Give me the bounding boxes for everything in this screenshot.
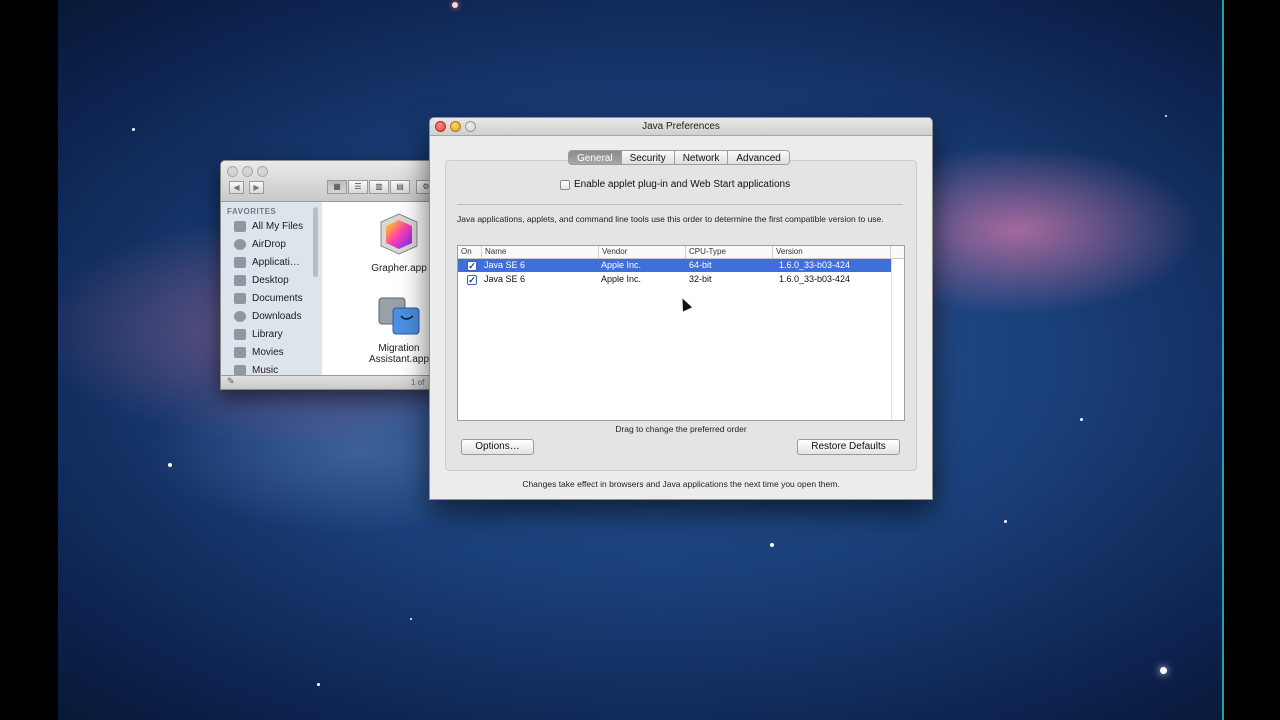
grapher-app-icon — [380, 213, 418, 255]
downloads-icon — [234, 311, 246, 322]
tab-general[interactable]: General — [568, 150, 622, 165]
sidebar-item-music[interactable]: Music — [221, 362, 321, 376]
tab-advanced[interactable]: Advanced — [728, 150, 790, 165]
sidebar-item-library[interactable]: Library — [221, 326, 321, 343]
row-vendor: Apple Inc. — [601, 274, 642, 284]
sidebar-item-desktop[interactable]: Desktop — [221, 272, 321, 289]
star — [1165, 115, 1167, 117]
tab-bar: General Security Network Advanced — [568, 150, 790, 165]
back-button[interactable]: ◀ — [229, 181, 244, 194]
sidebar-scrollbar[interactable] — [313, 207, 318, 277]
star — [410, 618, 412, 620]
star — [452, 2, 458, 8]
order-description: Java applications, applets, and command … — [457, 214, 884, 224]
sidebar-item-label: Documents — [252, 293, 303, 304]
row-cpu-type: 64-bit — [689, 260, 712, 270]
star — [317, 683, 320, 686]
screen-edge-line — [1222, 0, 1224, 720]
java-versions-table: On Name Vendor CPU-Type Version ✓ Java S… — [457, 245, 905, 421]
star — [770, 543, 774, 547]
airdrop-icon — [234, 239, 246, 250]
finder-status-text: 1 of — [411, 378, 425, 387]
movies-icon — [234, 347, 246, 358]
column-view-button[interactable]: ▥ — [369, 180, 389, 194]
tab-network[interactable]: Network — [674, 150, 729, 165]
tab-security[interactable]: Security — [621, 150, 675, 165]
folder-icon — [234, 329, 246, 340]
favorites-heading: FAVORITES — [227, 207, 277, 216]
icon-view-button[interactable]: ▦ — [327, 180, 347, 194]
finder-toolbar: ◀ ▶ ▦ ☰ ▥ ▤ ⚙ — [221, 161, 433, 202]
file-label-line2: Assistant.app — [368, 354, 430, 365]
star — [1160, 667, 1167, 674]
applications-icon — [234, 257, 246, 268]
coverflow-view-button[interactable]: ▤ — [390, 180, 410, 194]
sidebar-item-label: Desktop — [252, 275, 289, 286]
finder-zoom-button[interactable] — [257, 166, 268, 177]
column-header-vendor[interactable]: Vendor — [599, 246, 686, 258]
file-item-migration-assistant[interactable]: Migration Assistant.app — [364, 294, 433, 365]
documents-icon — [234, 293, 246, 304]
sidebar-item-label: Applicati… — [252, 257, 300, 268]
sidebar-item-all-my-files[interactable]: All My Files — [221, 218, 321, 235]
star — [132, 128, 135, 131]
footer-note: Changes take effect in browsers and Java… — [522, 479, 840, 489]
separator — [457, 204, 903, 205]
table-row[interactable]: ✓ Java SE 6 Apple Inc. 64-bit 1.6.0_33-b… — [458, 259, 891, 272]
sidebar-item-label: Music — [252, 365, 279, 376]
sidebar-item-label: Downloads — [252, 311, 302, 322]
drag-hint: Drag to change the preferred order — [615, 424, 747, 434]
column-header-cpu-type[interactable]: CPU-Type — [686, 246, 773, 258]
options-button[interactable]: Options… — [461, 439, 534, 455]
sidebar-item-label: Library — [252, 329, 283, 340]
sidebar-item-label: AirDrop — [252, 239, 286, 250]
row-vendor: Apple Inc. — [601, 260, 642, 270]
column-header-version[interactable]: Version — [773, 246, 891, 258]
row-version: 1.6.0_33-b03-424 — [779, 274, 851, 284]
finder-window: ◀ ▶ ▦ ☰ ▥ ▤ ⚙ FAVORITES All My Files Air… — [220, 160, 434, 390]
column-header-name[interactable]: Name — [482, 246, 599, 258]
column-header-on[interactable]: On — [458, 246, 482, 258]
row-name: Java SE 6 — [484, 260, 526, 270]
desktop-icon — [234, 275, 246, 286]
migration-assistant-icon — [378, 297, 420, 335]
sidebar-item-documents[interactable]: Documents — [221, 290, 321, 307]
star — [1004, 520, 1007, 523]
enable-applet-checkbox[interactable] — [560, 180, 570, 190]
star — [1080, 418, 1083, 421]
row-name: Java SE 6 — [484, 274, 526, 284]
file-label-line1: Migration — [378, 343, 420, 354]
file-item-grapher[interactable]: Grapher.app — [364, 212, 433, 274]
finder-file-area: Grapher.app Migration Assistant.app — [322, 202, 433, 376]
star — [168, 463, 172, 467]
forward-button[interactable]: ▶ — [249, 181, 264, 194]
table-header: On Name Vendor CPU-Type Version — [458, 246, 904, 259]
sidebar-item-applications[interactable]: Applicati… — [221, 254, 321, 271]
row-enabled-checkbox[interactable]: ✓ — [467, 261, 477, 271]
finder-sidebar: FAVORITES All My Files AirDrop Applicati… — [221, 202, 321, 376]
enable-applet-label: Enable applet plug-in and Web Start appl… — [574, 179, 791, 190]
table-scroll-divider — [891, 259, 892, 420]
finder-minimize-button[interactable] — [242, 166, 253, 177]
row-enabled-checkbox[interactable]: ✓ — [467, 275, 477, 285]
sidebar-item-downloads[interactable]: Downloads — [221, 308, 321, 325]
sidebar-item-label: All My Files — [252, 221, 304, 232]
window-title: Java Preferences — [642, 121, 720, 132]
restore-defaults-button[interactable]: Restore Defaults — [797, 439, 900, 455]
row-cpu-type: 32-bit — [689, 274, 712, 284]
file-label: Grapher.app — [371, 263, 427, 274]
list-view-button[interactable]: ☰ — [348, 180, 368, 194]
sidebar-item-movies[interactable]: Movies — [221, 344, 321, 361]
java-titlebar[interactable]: Java Preferences — [430, 118, 932, 136]
all-files-icon — [234, 221, 246, 232]
table-row[interactable]: ✓ Java SE 6 Apple Inc. 32-bit 1.6.0_33-b… — [458, 273, 891, 286]
pin-icon: ✎ — [227, 376, 235, 386]
finder-status-bar: ✎ 1 of — [221, 375, 433, 389]
row-version: 1.6.0_33-b03-424 — [779, 260, 851, 270]
sidebar-item-label: Movies — [252, 347, 284, 358]
finder-close-button[interactable] — [227, 166, 238, 177]
sidebar-item-airdrop[interactable]: AirDrop — [221, 236, 321, 253]
